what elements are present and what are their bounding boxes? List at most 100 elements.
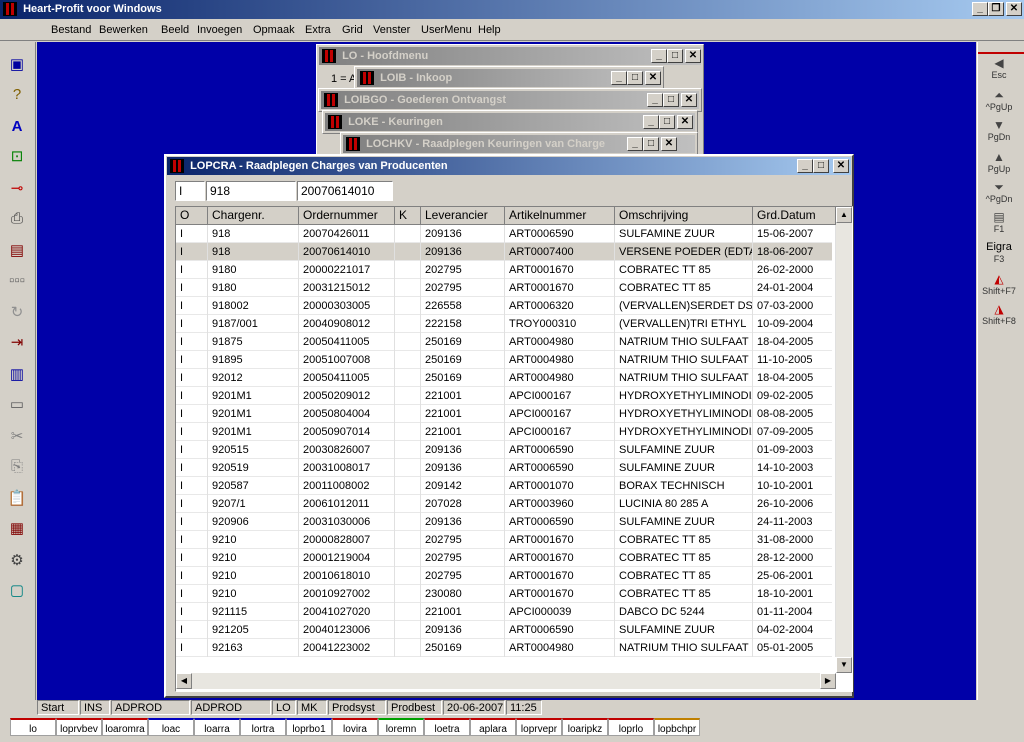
table-row[interactable]: I 9201M1 20050804004 221001 APCI000167 HYDROX… xyxy=(176,405,836,423)
col-header-chargenr[interactable]: Chargenr. xyxy=(208,207,299,225)
status-start[interactable]: Start xyxy=(37,700,79,715)
maximize-button[interactable]: □ xyxy=(643,137,659,151)
table-row[interactable]: I 92012 20050411005 250169 ART0004980 NATRIUM… xyxy=(176,369,836,387)
close-button[interactable]: ✕ xyxy=(677,115,693,129)
settings-icon[interactable]: ⚙ xyxy=(4,550,30,572)
window-ontvangst[interactable]: LOIBGO - Goederen Ontvangst _ □ ✕ xyxy=(318,88,702,112)
open-folder-icon[interactable]: ⊡ xyxy=(4,146,30,168)
export-icon[interactable]: ⇥ xyxy=(4,332,30,354)
table-row[interactable]: I 9210 20010618010 202795 ART0001670 COBRATEC… xyxy=(176,567,836,585)
taskbar-item-loremn[interactable]: loremn xyxy=(378,718,424,736)
table-row[interactable]: I 9210 20000828007 202795 ART0001670 COBRATEC… xyxy=(176,531,836,549)
minimize-button[interactable]: _ xyxy=(611,71,627,85)
paste-icon[interactable]: 📋 xyxy=(4,488,30,510)
minimize-button[interactable]: _ xyxy=(643,115,659,129)
copy-icon[interactable]: ⎘ xyxy=(4,456,30,478)
table-row[interactable]: I 921205 20040123006 209136 ART0006590 SULFAM… xyxy=(176,621,836,639)
close-button[interactable]: ✕ xyxy=(1006,2,1022,16)
filter-ordernummer-input[interactable]: 20070614010 xyxy=(297,181,393,201)
vertical-scrollbar[interactable]: ▲ ▼ xyxy=(836,207,852,673)
taskbar-item-aplara[interactable]: aplara xyxy=(470,718,516,736)
menu-bestand[interactable]: Bestand xyxy=(51,20,91,40)
scroll-down-icon[interactable]: ▼ xyxy=(836,657,852,673)
menu-bewerken[interactable]: Bewerken xyxy=(99,20,148,40)
menu-opmaak[interactable]: Opmaak xyxy=(253,20,295,40)
font-icon[interactable]: A xyxy=(4,116,30,138)
taskbar-item-loarra[interactable]: loarra xyxy=(194,718,240,736)
table-row[interactable]: I 9201M1 20050907014 221001 APCI000167 HYDROX… xyxy=(176,423,836,441)
restore-button[interactable]: ❐ xyxy=(988,2,1004,16)
taskbar-item-loac[interactable]: loac xyxy=(148,718,194,736)
maximize-button[interactable]: □ xyxy=(659,115,675,129)
taskbar-item-lovira[interactable]: lovira xyxy=(332,718,378,736)
maximize-button[interactable]: □ xyxy=(627,71,643,85)
taskbar-item-loprvbev[interactable]: loprvbev xyxy=(56,718,102,736)
taskbar-item-loetra[interactable]: loetra xyxy=(424,718,470,736)
menu-usermenu[interactable]: UserMenu xyxy=(421,20,472,40)
cut-icon[interactable]: ✂ xyxy=(4,426,30,448)
table-row[interactable]: I 9201M1 20050209012 221001 APCI000167 HYDROX… xyxy=(176,387,836,405)
window-lopcra[interactable]: LOPCRA - Raadplegen Charges van Producen… xyxy=(164,154,854,698)
scroll-up-icon[interactable]: ▲ xyxy=(836,207,852,223)
col-header-omschrijving[interactable]: Omschrijving xyxy=(615,207,753,225)
close-button[interactable]: ✕ xyxy=(661,137,677,151)
table-row[interactable]: I 918 20070614010 209136 ART0007400 VERSENE P… xyxy=(176,243,836,261)
col-header-grd-datum[interactable]: Grd.Datum xyxy=(753,207,836,225)
minimize-button[interactable]: _ xyxy=(627,137,643,151)
table-row[interactable]: I 9187/001 20040908012 222158 TROY000310 (VER… xyxy=(176,315,836,333)
minimize-button[interactable]: _ xyxy=(647,93,663,107)
key-icon[interactable]: ⊸ xyxy=(4,178,30,200)
table-row[interactable]: I 92163 20041223002 250169 ART0004980 NATRIUM… xyxy=(176,639,836,657)
esc-button[interactable]: ◀ Esc xyxy=(982,56,1016,84)
taskbar-item-loprvepr[interactable]: loprvepr xyxy=(516,718,562,736)
table-row[interactable]: I 9210 20001219004 202795 ART0001670 COBRATEC… xyxy=(176,549,836,567)
window-icon[interactable]: ▣ xyxy=(4,54,30,76)
table-row[interactable]: I 91875 20050411005 250169 ART0004980 NATRIUM… xyxy=(176,333,836,351)
shift-f7-button[interactable]: ◭ Shift+F7 xyxy=(982,272,1016,300)
table-row[interactable]: I 920515 20030826007 209136 ART0006590 SULFAM… xyxy=(176,441,836,459)
col-header-leverancier[interactable]: Leverancier xyxy=(421,207,505,225)
filter-chargenr-input[interactable]: 918 xyxy=(206,181,296,201)
maximize-button[interactable]: □ xyxy=(667,49,683,63)
taskbar-item-lortra[interactable]: lortra xyxy=(240,718,286,736)
window-keuringen[interactable]: LOKE - Keuringen _ □ ✕ xyxy=(322,110,698,134)
table-row[interactable]: I 920906 20031030006 209136 ART0006590 SULFAM… xyxy=(176,513,836,531)
table-row[interactable]: I 920587 20011008002 209142 ART0001070 BORAX … xyxy=(176,477,836,495)
maximize-button[interactable]: □ xyxy=(813,159,829,173)
ctrl-pgup-button[interactable]: ⏶ ^PgUp xyxy=(982,88,1016,116)
dots-icon[interactable]: ▫▫▫ xyxy=(4,270,30,292)
col-header-k[interactable]: K xyxy=(395,207,421,225)
close-button[interactable]: ✕ xyxy=(645,71,661,85)
taskbar-item-loprbo1[interactable]: loprbo1 xyxy=(286,718,332,736)
menu-grid[interactable]: Grid xyxy=(342,20,363,40)
taskbar-item-loaromra[interactable]: loaromra xyxy=(102,718,148,736)
menu-help[interactable]: Help xyxy=(478,20,501,40)
taskbar-item-loaripkz[interactable]: loaripkz xyxy=(562,718,608,736)
filter-o-input[interactable]: I xyxy=(175,181,205,201)
menu-venster[interactable]: Venster xyxy=(373,20,410,40)
monitor-icon[interactable]: ▢ xyxy=(4,580,30,602)
minimize-button[interactable]: _ xyxy=(651,49,667,63)
table-row[interactable]: I 918 20070426011 209136 ART0006590 SULFAMINE… xyxy=(176,225,836,243)
table-row[interactable]: I 921115 20041027020 221001 APCI000039 DABCO … xyxy=(176,603,836,621)
shift-f8-button[interactable]: ◮ Shift+F8 xyxy=(982,302,1016,330)
close-button[interactable]: ✕ xyxy=(685,49,701,63)
minimize-button[interactable]: _ xyxy=(797,159,813,173)
table-row[interactable]: I 9180 20031215012 202795 ART0001670 COBRATEC… xyxy=(176,279,836,297)
col-header-o[interactable]: O xyxy=(176,207,208,225)
scroll-right-icon[interactable]: ▶ xyxy=(820,673,836,689)
f3-button[interactable]: Eigra F3 xyxy=(982,240,1016,268)
window-raadplegen-keuringen[interactable]: LOCHKV - Raadplegen Keuringen van Charge… xyxy=(340,132,698,156)
help-icon[interactable]: ? xyxy=(4,84,30,106)
print-icon[interactable]: ⎙ xyxy=(4,208,30,230)
menu-extra[interactable]: Extra xyxy=(305,20,331,40)
close-button[interactable]: ✕ xyxy=(681,93,697,107)
maximize-button[interactable]: □ xyxy=(663,93,679,107)
horizontal-scrollbar[interactable]: ◀ ▶ xyxy=(176,673,836,689)
pgdn-button[interactable]: ▼ PgDn xyxy=(982,118,1016,146)
menu-invoegen[interactable]: Invoegen xyxy=(197,20,242,40)
clipboard-icon[interactable]: ▦ xyxy=(4,518,30,540)
pgup-button[interactable]: ▲ PgUp xyxy=(982,150,1016,178)
table-row[interactable]: I 9180 20000221017 202795 ART0001670 COBRATEC… xyxy=(176,261,836,279)
table-row[interactable]: I 91895 20051007008 250169 ART0004980 NATRIUM… xyxy=(176,351,836,369)
